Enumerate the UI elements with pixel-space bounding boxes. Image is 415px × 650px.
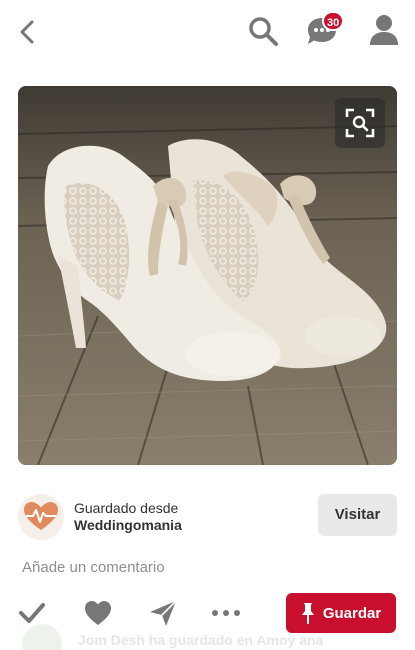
search-button[interactable]: [246, 14, 280, 48]
save-button[interactable]: Guardar: [286, 593, 396, 633]
more-button[interactable]: [210, 598, 242, 628]
search-icon: [249, 17, 278, 46]
heart-pulse-icon: [24, 502, 58, 530]
visit-button[interactable]: Visitar: [318, 494, 397, 536]
source-name[interactable]: Weddingomania: [74, 517, 182, 533]
like-button[interactable]: [82, 598, 114, 628]
profile-button[interactable]: [366, 12, 402, 48]
notification-badge: 30: [322, 11, 345, 31]
visual-search-icon: [345, 108, 375, 138]
saved-from-label: Guardado desde: [74, 500, 179, 516]
comment-input[interactable]: Añade un comentario: [22, 559, 165, 576]
heart-icon: [85, 601, 111, 625]
messages-button[interactable]: 30: [304, 11, 345, 50]
save-label: Guardar: [322, 604, 382, 622]
action-bar: Guardar: [0, 590, 415, 636]
visual-search-button[interactable]: [335, 98, 385, 148]
more-icon: [212, 610, 240, 616]
pushpin-icon: [301, 603, 314, 624]
send-button[interactable]: [147, 598, 179, 628]
tried-button[interactable]: [16, 598, 48, 628]
profile-icon: [370, 15, 398, 45]
chevron-left-icon: [20, 20, 34, 44]
pin-image[interactable]: [18, 86, 397, 465]
send-icon: [150, 600, 177, 626]
back-button[interactable]: [14, 16, 40, 48]
checkmark-icon: [19, 603, 45, 623]
pin-source: Guardado desde Weddingomania Visitar: [18, 492, 397, 542]
top-bar: 30: [0, 0, 415, 64]
source-logo[interactable]: [18, 494, 64, 540]
